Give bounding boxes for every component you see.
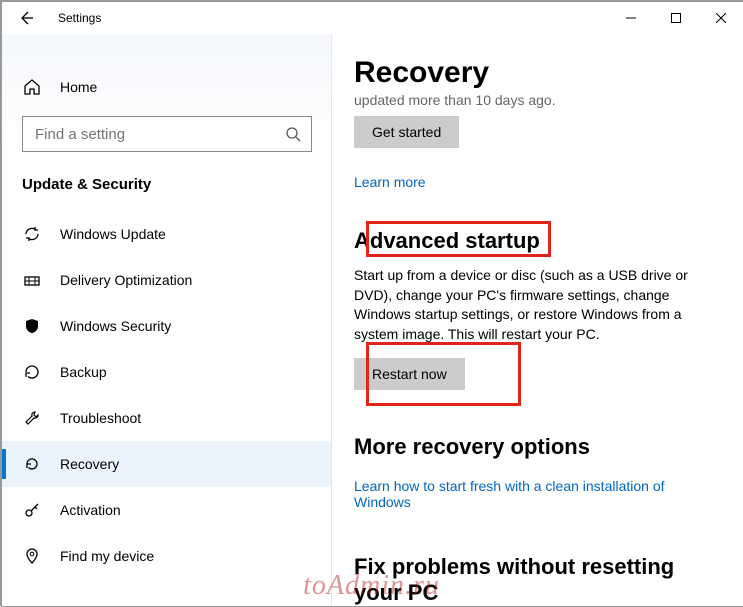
search-box[interactable] bbox=[22, 116, 312, 152]
sidebar-section-label: Update & Security bbox=[22, 176, 312, 193]
wrench-icon bbox=[22, 408, 42, 428]
sidebar-home-label: Home bbox=[60, 79, 97, 95]
page-title: Recovery bbox=[354, 56, 723, 90]
sidebar-item-label: Delivery Optimization bbox=[60, 272, 192, 288]
back-button[interactable] bbox=[16, 8, 36, 28]
advanced-startup-heading: Advanced startup bbox=[354, 228, 723, 254]
sidebar-item-windows-security[interactable]: Windows Security bbox=[2, 303, 332, 349]
sidebar-item-backup[interactable]: Backup bbox=[2, 349, 332, 395]
location-icon bbox=[22, 546, 42, 566]
truncated-text: updated more than 10 days ago. bbox=[354, 92, 723, 108]
minimize-button[interactable] bbox=[608, 3, 653, 33]
fix-problems-heading: Fix problems without resetting your PC bbox=[354, 554, 723, 606]
restart-now-button[interactable]: Restart now bbox=[354, 358, 465, 390]
home-icon bbox=[22, 77, 42, 97]
learn-more-link[interactable]: Learn more bbox=[354, 174, 426, 190]
close-icon bbox=[716, 13, 726, 23]
sidebar-item-delivery-optimization[interactable]: Delivery Optimization bbox=[2, 257, 332, 303]
get-started-button[interactable]: Get started bbox=[354, 116, 459, 148]
fresh-install-link[interactable]: Learn how to start fresh with a clean in… bbox=[354, 478, 723, 510]
sidebar-item-label: Find my device bbox=[60, 548, 154, 564]
sidebar-item-activation[interactable]: Activation bbox=[2, 487, 332, 533]
search-icon bbox=[285, 126, 301, 142]
sidebar-item-label: Troubleshoot bbox=[60, 410, 141, 426]
sidebar-item-label: Backup bbox=[60, 364, 107, 380]
window-controls bbox=[608, 3, 743, 33]
more-recovery-heading: More recovery options bbox=[354, 434, 723, 460]
delivery-icon bbox=[22, 270, 42, 290]
titlebar: Settings bbox=[2, 2, 743, 34]
sync-icon bbox=[22, 224, 42, 244]
sidebar-home[interactable]: Home bbox=[22, 66, 312, 108]
advanced-startup-desc: Start up from a device or disc (such as … bbox=[354, 266, 723, 344]
sidebar-item-label: Windows Update bbox=[60, 226, 166, 242]
arrow-left-icon bbox=[18, 10, 34, 26]
close-button[interactable] bbox=[698, 3, 743, 33]
search-input[interactable] bbox=[33, 125, 285, 144]
maximize-icon bbox=[671, 13, 681, 23]
sidebar-item-label: Recovery bbox=[60, 456, 119, 472]
minimize-icon bbox=[626, 13, 636, 23]
window-title: Settings bbox=[58, 11, 101, 25]
sidebar-nav: Windows Update Delivery Optimization Win… bbox=[2, 211, 332, 579]
sidebar-item-label: Activation bbox=[60, 502, 121, 518]
sidebar: Home Update & Security Windows Update De… bbox=[2, 34, 332, 606]
sidebar-item-recovery[interactable]: Recovery bbox=[2, 441, 332, 487]
sidebar-item-windows-update[interactable]: Windows Update bbox=[2, 211, 332, 257]
key-icon bbox=[22, 500, 42, 520]
sidebar-item-label: Windows Security bbox=[60, 318, 171, 334]
content-pane: Recovery updated more than 10 days ago. … bbox=[332, 34, 743, 606]
shield-icon bbox=[22, 316, 42, 336]
recovery-icon bbox=[22, 454, 42, 474]
sidebar-item-find-my-device[interactable]: Find my device bbox=[2, 533, 332, 579]
maximize-button[interactable] bbox=[653, 3, 698, 33]
backup-icon bbox=[22, 362, 42, 382]
sidebar-item-troubleshoot[interactable]: Troubleshoot bbox=[2, 395, 332, 441]
